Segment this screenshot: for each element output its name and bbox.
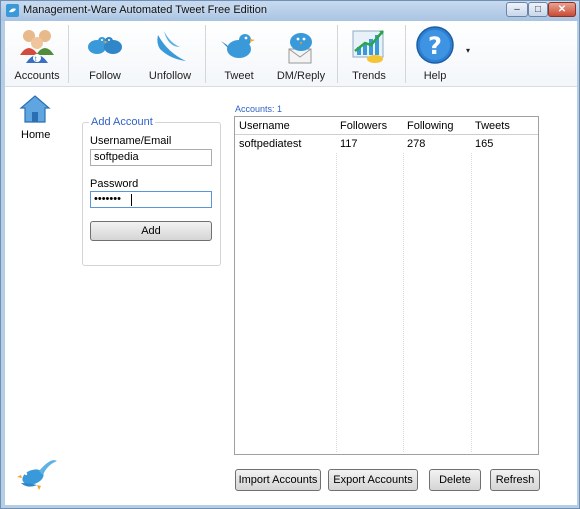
toolbar-tweet-button[interactable]: Tweet (211, 23, 267, 85)
app-window: Management-Ware Automated Tweet Free Edi… (0, 0, 580, 509)
toolbar-separator (68, 25, 69, 83)
bird-flying-icon (157, 31, 186, 61)
username-label: Username/Email (90, 135, 172, 147)
table-header: Username Followers Following Tweets (235, 117, 538, 135)
help-dropdown-arrow[interactable]: ▾ (466, 46, 470, 55)
toolbar-label: Accounts (14, 70, 60, 82)
toolbar-trends-button[interactable]: Trends (341, 23, 397, 85)
username-field[interactable]: softpedia (90, 149, 212, 166)
users-icon: t (20, 30, 54, 63)
accounts-count: Accounts: 1 (235, 104, 283, 114)
bird-logo-icon (17, 460, 57, 490)
column-header-tweets[interactable]: Tweets (475, 120, 510, 132)
home-label[interactable]: Home (21, 129, 50, 141)
help-icon: ? (416, 26, 454, 64)
delete-button[interactable]: Delete (429, 469, 481, 491)
toolbar-dm-reply-button[interactable]: DM/Reply (273, 23, 329, 85)
client-area: t Accounts Follow Unfollow Tweet DM/Repl… (5, 21, 577, 505)
column-divider (471, 153, 472, 452)
minimize-button[interactable]: – (506, 2, 528, 17)
toolbar-help-button[interactable]: ? Help (409, 23, 461, 85)
password-field[interactable]: ••••••• (90, 191, 212, 208)
text-caret (131, 194, 132, 206)
title-bar[interactable]: Management-Ware Automated Tweet Free Edi… (1, 1, 579, 21)
maximize-button[interactable]: □ (528, 2, 548, 17)
home-icon[interactable] (19, 93, 51, 125)
password-label: Password (90, 178, 139, 190)
add-button[interactable]: Add (90, 221, 212, 241)
add-account-panel: Add Account Username/Email softpedia Pas… (82, 116, 221, 266)
toolbar-label: Trends (352, 70, 386, 82)
toolbar-accounts-button[interactable]: t Accounts (9, 23, 65, 85)
toolbar-label: Help (423, 70, 447, 82)
toolbar-label: DM/Reply (276, 70, 326, 82)
column-divider (336, 153, 337, 452)
toolbar-follow-button[interactable]: Follow (77, 23, 133, 85)
column-header-following[interactable]: Following (407, 120, 453, 132)
toolbar-unfollow-button[interactable]: Unfollow (142, 23, 198, 85)
svg-text:?: ? (428, 32, 442, 60)
toolbar-separator (205, 25, 206, 83)
window-title: Management-Ware Automated Tweet Free Edi… (23, 4, 267, 16)
birds-icon (88, 37, 122, 54)
refresh-button[interactable]: Refresh (490, 469, 540, 491)
cell-following: 278 (407, 138, 426, 150)
column-header-username[interactable]: Username (239, 120, 290, 132)
main-toolbar: t Accounts Follow Unfollow Tweet DM/Repl… (5, 21, 577, 87)
column-divider (403, 153, 404, 452)
app-icon (6, 4, 19, 17)
toolbar-separator (337, 25, 338, 83)
table-row[interactable]: softpediatest 117 278 165 (235, 136, 538, 152)
toolbar-label: Tweet (224, 70, 254, 82)
toolbar-label: Follow (89, 70, 121, 82)
bird-tweet-icon (221, 34, 255, 58)
accounts-table[interactable]: Username Followers Following Tweets soft… (234, 116, 539, 455)
toolbar-separator (405, 25, 406, 83)
cell-tweets: 165 (475, 138, 494, 150)
chart-trend-icon (352, 30, 384, 63)
cell-followers: 117 (340, 138, 358, 150)
toolbar-label: Unfollow (148, 70, 192, 82)
bird-mail-icon (288, 33, 312, 64)
cell-username: softpediatest (239, 138, 302, 150)
import-accounts-button[interactable]: Import Accounts (235, 469, 321, 491)
add-account-title: Add Account (89, 116, 155, 128)
export-accounts-button[interactable]: Export Accounts (328, 469, 418, 491)
close-button[interactable]: ✕ (548, 2, 576, 17)
password-value: ••••••• (94, 193, 121, 205)
column-header-followers[interactable]: Followers (340, 120, 387, 132)
